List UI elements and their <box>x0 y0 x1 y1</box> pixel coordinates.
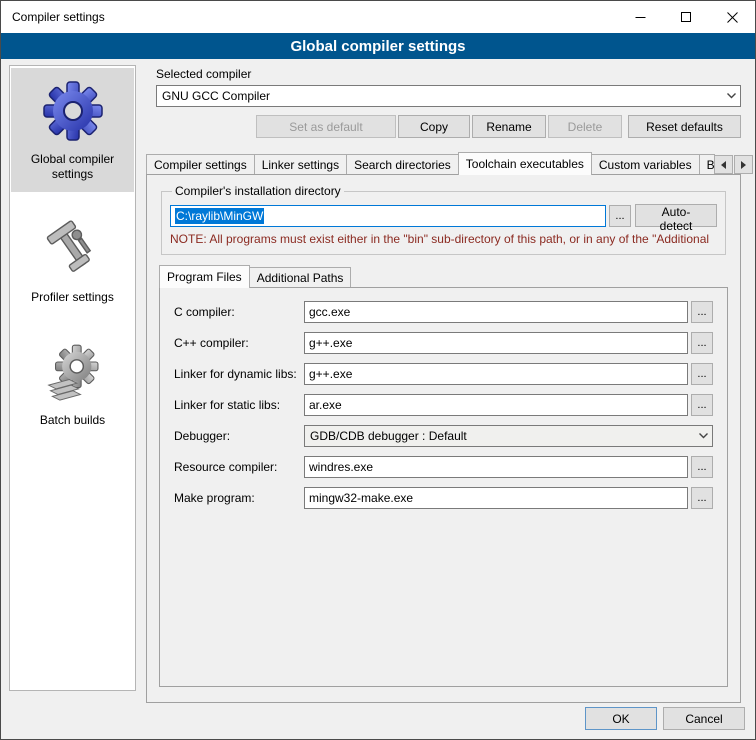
settings-category-list: Global compiler settings Profiler settin… <box>9 65 136 691</box>
field-row-cpp-compiler: C++ compiler: ... <box>174 332 713 354</box>
minimize-button[interactable] <box>617 1 663 33</box>
tab-scroll-right-button[interactable] <box>734 155 753 174</box>
static-linker-browse-button[interactable]: ... <box>691 394 713 416</box>
installation-directory-row: C:\raylib\MinGW ... Auto-detect <box>170 204 717 227</box>
compiler-select-value: GNU GCC Compiler <box>162 89 722 103</box>
maximize-icon <box>681 12 692 23</box>
tab-scroll-left-button[interactable] <box>714 155 733 174</box>
sidebar-item-label: Global compiler settings <box>15 152 130 182</box>
subtab-additional-paths[interactable]: Additional Paths <box>249 267 352 287</box>
field-row-c-compiler: C compiler: ... <box>174 301 713 323</box>
auto-detect-button[interactable]: Auto-detect <box>635 204 717 227</box>
program-files-subtabs: Program Files Additional Paths <box>159 264 728 287</box>
program-files-panel: C compiler: ... C++ compiler: ... Linker… <box>159 287 728 687</box>
sidebar-item-label: Batch builds <box>40 413 105 428</box>
make-program-browse-button[interactable]: ... <box>691 487 713 509</box>
cpp-compiler-input[interactable] <box>304 332 688 354</box>
installation-directory-group: Compiler's installation directory C:\ray… <box>161 184 726 255</box>
cpp-compiler-label: C++ compiler: <box>174 336 304 350</box>
cancel-button[interactable]: Cancel <box>663 707 745 730</box>
note-text: NOTE: All programs must exist either in … <box>170 232 717 246</box>
make-program-label: Make program: <box>174 491 304 505</box>
tab-linker-settings[interactable]: Linker settings <box>254 154 347 174</box>
field-row-static-linker: Linker for static libs: ... <box>174 394 713 416</box>
static-linker-label: Linker for static libs: <box>174 398 304 412</box>
install-dir-value: C:\raylib\MinGW <box>175 208 264 224</box>
profiler-tool-icon <box>40 216 106 282</box>
dynamic-linker-label: Linker for dynamic libs: <box>174 367 304 381</box>
cpp-compiler-browse-button[interactable]: ... <box>691 332 713 354</box>
titlebar[interactable]: Compiler settings <box>1 1 755 33</box>
installation-directory-legend: Compiler's installation directory <box>172 184 344 198</box>
dialog-footer: OK Cancel <box>585 707 745 730</box>
compiler-settings-window: Compiler settings Global compiler settin… <box>0 0 756 740</box>
tab-custom-variables[interactable]: Custom variables <box>591 154 700 174</box>
subtab-program-files[interactable]: Program Files <box>159 265 250 288</box>
resource-compiler-label: Resource compiler: <box>174 460 304 474</box>
arrow-left-icon <box>721 161 726 169</box>
dynamic-linker-input[interactable] <box>304 363 688 385</box>
window-controls <box>617 1 755 33</box>
resource-compiler-input[interactable] <box>304 456 688 478</box>
close-icon <box>727 12 738 23</box>
settings-tabstrip: Compiler settings Linker settings Search… <box>146 151 741 174</box>
tab-build-clipped[interactable]: Buil <box>699 154 715 174</box>
field-row-resource-compiler: Resource compiler: ... <box>174 456 713 478</box>
c-compiler-input[interactable] <box>304 301 688 323</box>
main-panel: Selected compiler GNU GCC Compiler Set a… <box>146 63 741 703</box>
selected-compiler-label: Selected compiler <box>156 67 741 81</box>
install-dir-input[interactable]: C:\raylib\MinGW <box>170 205 606 227</box>
reset-defaults-button[interactable]: Reset defaults <box>628 115 741 138</box>
tab-compiler-settings[interactable]: Compiler settings <box>146 154 255 174</box>
chevron-down-icon <box>694 426 712 446</box>
dialog-header: Global compiler settings <box>1 33 755 59</box>
dynamic-linker-browse-button[interactable]: ... <box>691 363 713 385</box>
tab-search-directories[interactable]: Search directories <box>346 154 459 174</box>
field-row-make-program: Make program: ... <box>174 487 713 509</box>
sidebar-item-global-compiler-settings[interactable]: Global compiler settings <box>11 68 134 192</box>
compiler-buttons-row: Set as default Copy Rename Delete Reset … <box>146 115 741 138</box>
blue-gear-icon <box>40 78 106 144</box>
compiler-select[interactable]: GNU GCC Compiler <box>156 85 741 107</box>
minimize-icon <box>635 12 646 23</box>
debugger-select-value: GDB/CDB debugger : Default <box>310 429 694 443</box>
sidebar-item-profiler-settings[interactable]: Profiler settings <box>11 206 134 315</box>
field-row-dynamic-linker: Linker for dynamic libs: ... <box>174 363 713 385</box>
delete-button: Delete <box>548 115 622 138</box>
static-linker-input[interactable] <box>304 394 688 416</box>
debugger-select[interactable]: GDB/CDB debugger : Default <box>304 425 713 447</box>
c-compiler-label: C compiler: <box>174 305 304 319</box>
tab-scroll-buttons <box>714 155 753 174</box>
make-program-input[interactable] <box>304 487 688 509</box>
c-compiler-browse-button[interactable]: ... <box>691 301 713 323</box>
sidebar-item-batch-builds[interactable]: Batch builds <box>11 329 134 438</box>
toolchain-executables-panel: Compiler's installation directory C:\ray… <box>146 174 741 703</box>
install-dir-browse-button[interactable]: ... <box>609 205 631 227</box>
maximize-button[interactable] <box>663 1 709 33</box>
window-title: Compiler settings <box>1 10 105 24</box>
tab-toolchain-executables[interactable]: Toolchain executables <box>458 152 592 175</box>
resource-compiler-browse-button[interactable]: ... <box>691 456 713 478</box>
copy-button[interactable]: Copy <box>398 115 470 138</box>
ok-button[interactable]: OK <box>585 707 657 730</box>
set-as-default-button: Set as default <box>256 115 396 138</box>
arrow-right-icon <box>741 161 746 169</box>
sidebar-item-label: Profiler settings <box>31 290 114 305</box>
gray-gear-icon <box>40 339 106 405</box>
debugger-label: Debugger: <box>174 429 304 443</box>
close-button[interactable] <box>709 1 755 33</box>
rename-button[interactable]: Rename <box>472 115 546 138</box>
chevron-down-icon <box>722 86 740 106</box>
field-row-debugger: Debugger: GDB/CDB debugger : Default <box>174 425 713 447</box>
